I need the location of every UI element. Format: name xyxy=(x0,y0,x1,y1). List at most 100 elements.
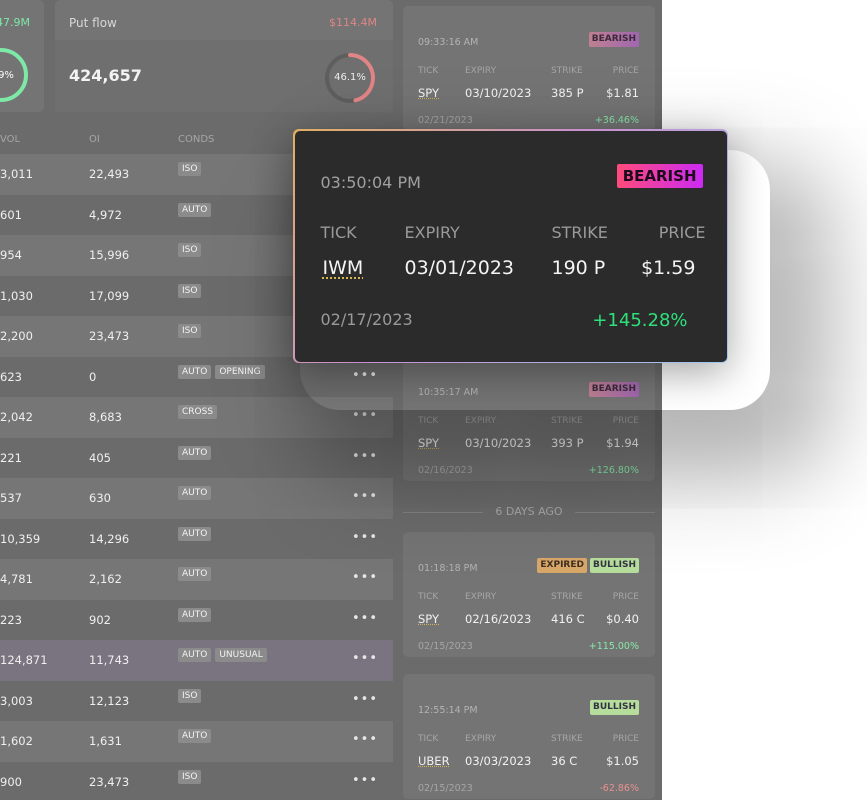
price-header: PRICE xyxy=(612,734,639,744)
row-more-button[interactable]: ••• xyxy=(352,651,378,666)
call-flow-ring-pct: 9% xyxy=(0,69,14,81)
cell-vol: 1,030 xyxy=(0,288,33,303)
card-date: 02/15/2023 xyxy=(418,641,473,652)
condition-tag: AUTO xyxy=(178,526,212,541)
condition-tag: CROSS xyxy=(178,405,218,419)
row-more-button[interactable]: ••• xyxy=(352,530,378,545)
tick-header: TICK xyxy=(418,66,439,76)
cell-oi: 12,123 xyxy=(89,693,130,708)
card-expiry: 02/16/2023 xyxy=(465,612,532,626)
card-expiry: 03/03/2023 xyxy=(465,754,532,768)
ticker-link[interactable]: SPY xyxy=(418,612,439,626)
condition-tag: AUTO xyxy=(178,729,212,743)
row-more-button[interactable]: ••• xyxy=(352,732,378,747)
table-row[interactable]: 221 405 AUTO ••• xyxy=(0,438,393,479)
card-price: $0.40 xyxy=(606,612,639,626)
condition-tag: ISO xyxy=(178,769,202,784)
price-header: PRICE xyxy=(612,416,639,426)
cell-oi: 0 xyxy=(89,369,97,384)
row-more-button[interactable]: ••• xyxy=(352,611,378,626)
cell-conds: ISO xyxy=(178,283,202,298)
cell-oi: 22,493 xyxy=(89,167,130,181)
ticker-link[interactable]: UBER xyxy=(418,754,450,768)
popup-ticker-link[interactable]: IWM xyxy=(323,257,364,279)
popup-tick-header: TICK xyxy=(320,222,357,242)
sentiment-badge: BULLISH xyxy=(589,700,639,715)
card-expiry: 03/10/2023 xyxy=(465,436,532,450)
strike-header: STRIKE xyxy=(551,592,583,602)
popup-strike: 190 P xyxy=(551,256,606,279)
tick-header: TICK xyxy=(418,592,439,602)
col-conds-header: CONDS xyxy=(178,134,215,145)
row-more-button[interactable]: ••• xyxy=(352,408,378,423)
call-flow-ring: 9% xyxy=(0,48,28,102)
sentiment-badge: BULLISH xyxy=(589,558,639,573)
cell-oi: 2,162 xyxy=(89,572,122,586)
separator-label: 6 DAYS AGO xyxy=(495,505,563,518)
condition-tag: AUTO xyxy=(178,445,212,460)
price-header: PRICE xyxy=(612,592,639,602)
cell-oi: 4,972 xyxy=(89,207,122,222)
condition-tag: ISO xyxy=(178,688,202,703)
card-change: +126.80% xyxy=(588,465,639,476)
ticker-link[interactable]: SPY xyxy=(418,436,439,450)
cell-oi: 630 xyxy=(89,491,111,505)
expiry-header: EXPIRY xyxy=(465,592,497,602)
card-date: 02/15/2023 xyxy=(418,783,473,794)
cell-vol: 223 xyxy=(0,612,22,627)
expiry-header: EXPIRY xyxy=(465,66,497,76)
card-badges: EXPIRED BULLISH xyxy=(537,558,639,573)
card-date: 02/21/2023 xyxy=(418,115,473,126)
popup-price: $1.59 xyxy=(641,256,696,279)
call-flow-amount: 47.9M xyxy=(0,16,30,29)
condition-tag: AUTO xyxy=(178,486,212,500)
condition-tag: OPENING xyxy=(215,364,265,379)
row-more-button[interactable]: ••• xyxy=(352,449,378,464)
row-more-button[interactable]: ••• xyxy=(352,570,378,585)
cell-oi: 15,996 xyxy=(89,248,130,262)
card-badges: BULLISH xyxy=(589,700,639,715)
alert-card[interactable]: 09:33:16 AM BEARISH TICK EXPIRY STRIKE PRICE S… xyxy=(403,6,655,131)
table-row[interactable]: 223 902 AUTO ••• xyxy=(0,600,393,641)
alert-card[interactable]: 12:55:14 PM BULLISH TICK EXPIRY STRIKE PRICE U… xyxy=(403,674,655,799)
condition-tag: UNUSUAL xyxy=(215,648,267,662)
card-change: -62.86% xyxy=(599,783,639,794)
card-price: $1.81 xyxy=(606,86,639,100)
cell-vol: 221 xyxy=(0,450,22,465)
table-row[interactable]: 1,602 1,631 AUTO ••• xyxy=(0,721,393,762)
card-price: $1.94 xyxy=(606,436,639,450)
card-strike: 416 C xyxy=(551,612,585,626)
cell-oi: 23,473 xyxy=(89,774,130,789)
strike-header: STRIKE xyxy=(551,66,583,76)
card-time: 01:18:18 PM xyxy=(418,563,478,574)
card-change: +36.46% xyxy=(594,115,639,126)
cell-conds: AUTO xyxy=(178,729,212,743)
card-strike: 393 P xyxy=(551,436,584,450)
table-row[interactable]: 124,871 11,743 AUTO UNUSUAL ••• xyxy=(0,640,393,681)
card-badges: BEARISH xyxy=(588,32,639,47)
condition-tag: AUTO xyxy=(178,567,212,581)
cell-conds: ISO xyxy=(178,688,202,703)
row-more-button[interactable]: ••• xyxy=(352,489,378,504)
card-change: +115.00% xyxy=(588,641,639,652)
tick-header: TICK xyxy=(418,416,439,426)
cell-conds: AUTO xyxy=(178,567,212,581)
cell-vol: 1,602 xyxy=(0,734,33,748)
cell-oi: 11,743 xyxy=(89,653,130,667)
ticker-link[interactable]: SPY xyxy=(418,86,439,100)
row-more-button[interactable]: ••• xyxy=(352,773,378,788)
cell-oi: 1,631 xyxy=(89,734,122,748)
row-more-button[interactable]: ••• xyxy=(352,692,378,707)
table-row[interactable]: 3,003 12,123 ISO ••• xyxy=(0,681,393,722)
alert-popup[interactable]: 03:50:04 PM BEARISH TICK EXPIRY STRIKE P… xyxy=(293,129,728,363)
price-header: PRICE xyxy=(612,66,639,76)
table-row[interactable]: 4,781 2,162 AUTO ••• xyxy=(0,559,393,600)
alert-card[interactable]: 01:18:18 PM EXPIRED BULLISH TICK EXPIRY STRIK… xyxy=(403,532,655,657)
table-row[interactable]: 900 23,473 ISO ••• xyxy=(0,762,393,800)
sentiment-badge: BEARISH xyxy=(588,32,639,47)
card-price: $1.05 xyxy=(606,754,639,768)
condition-tag: ISO xyxy=(178,162,202,176)
condition-tag: ISO xyxy=(178,243,202,257)
table-row[interactable]: 537 630 AUTO ••• xyxy=(0,478,393,519)
table-row[interactable]: 10,359 14,296 AUTO ••• xyxy=(0,519,393,560)
